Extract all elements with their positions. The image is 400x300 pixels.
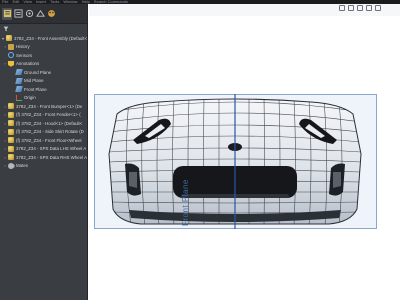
- tree-expander-icon[interactable]: ›: [3, 129, 7, 134]
- tree-expander-icon: [3, 53, 7, 57]
- tree-node[interactable]: › (f) 3782_Z34 - Hood<1> (Default<: [0, 119, 87, 128]
- tree-node[interactable]: › History: [0, 43, 87, 52]
- tree-node-label: Mates: [16, 163, 28, 169]
- tree-node-label: 3782_Z34 - SPS Data RHS Wheel A: [16, 154, 87, 160]
- display-manager-icon: [47, 10, 55, 17]
- tree-node-label: Origin: [24, 95, 36, 101]
- tree-node[interactable]: › 3782_Z34 - SPS Data LHS Wheel A: [0, 145, 87, 154]
- graphics-area[interactable]: Front Plane: [89, 4, 400, 300]
- part-icon: [8, 103, 14, 110]
- filter-icon: [3, 26, 9, 32]
- part-icon: [8, 145, 14, 152]
- tree-node[interactable]: Front Plane: [0, 85, 87, 94]
- part-icon: [8, 120, 14, 127]
- tree-expander-icon[interactable]: ›: [3, 61, 7, 66]
- front-plane-label[interactable]: Front Plane: [181, 179, 190, 226]
- feature-tree: ▾ 3782_Z34 - Front Assembly (Default< › His…: [0, 34, 87, 170]
- property-manager-icon: [13, 9, 23, 18]
- tree-node-label: (f) 3782_Z34 - Side Skirt Rotate (D: [16, 129, 84, 135]
- tree-node-label: Annotations: [16, 61, 40, 67]
- tree-node[interactable]: › 3782_Z34 - SPS Data RHS Wheel A: [0, 153, 87, 162]
- tree-node[interactable]: › (f) 3782_Z34 - Side Skirt Rotate (D: [0, 128, 87, 137]
- tree-node[interactable]: Sensors: [0, 51, 87, 60]
- tree-expander-icon[interactable]: ›: [3, 44, 7, 49]
- tree-node[interactable]: › (f) 3782_Z34 - Front Fender<1> (: [0, 111, 87, 120]
- tree-node-label: Ground Plane: [24, 69, 52, 75]
- mates-icon: [8, 162, 14, 169]
- feature-manager-icon: [3, 9, 11, 18]
- tree-expander-icon[interactable]: ›: [3, 112, 7, 117]
- tree-expander-icon[interactable]: ›: [3, 163, 7, 168]
- tree-node[interactable]: Ground Plane: [0, 68, 87, 77]
- cad-window: File Edit View Insert Tools Window Help Search …: [0, 0, 400, 300]
- tree-node[interactable]: ▾ 3782_Z34 - Front Assembly (Default<: [0, 34, 87, 43]
- tree-node-label: 3782_Z34 - SPS Data LHS Wheel A: [16, 146, 87, 152]
- plane-icon: [15, 86, 23, 93]
- tree-node-label: (f) 3782_Z34 - Front Floor<Wheel: [16, 137, 82, 143]
- tree-node[interactable]: › 3782_Z34 - Front Bumper<1> (De: [0, 102, 87, 111]
- tree-node-label: 3782_Z34 - Front Bumper<1> (De: [16, 103, 83, 109]
- part-icon: [8, 111, 14, 118]
- sensor-icon: [8, 52, 14, 59]
- display-manager-tab[interactable]: [46, 8, 56, 20]
- tree-node[interactable]: Origin: [0, 94, 87, 103]
- tree-expander-icon[interactable]: ›: [3, 104, 7, 109]
- tree-expander-icon[interactable]: ›: [3, 155, 7, 160]
- configuration-manager-tab[interactable]: [24, 8, 34, 20]
- right-vent-slat: [333, 172, 341, 188]
- tree-expander-icon[interactable]: ▾: [1, 36, 5, 41]
- tree-node[interactable]: › (f) 3782_Z34 - Front Floor<Wheel: [0, 136, 87, 145]
- tree-filter[interactable]: [0, 24, 87, 34]
- tree-node-label: (f) 3782_Z34 - Front Fender<1> (: [16, 112, 81, 118]
- tree-expander-icon: [11, 96, 15, 100]
- part-icon: [8, 128, 14, 135]
- folder-icon: [8, 43, 14, 50]
- tree-node[interactable]: Mid Plane: [0, 77, 87, 86]
- part-icon: [8, 137, 14, 144]
- assembly-icon: [6, 35, 12, 42]
- dimxpert-icon: [35, 9, 45, 17]
- left-vent-slat: [129, 172, 137, 188]
- tree-node-label: Sensors: [16, 52, 33, 58]
- annot-icon: [8, 60, 14, 67]
- origin-icon: [16, 94, 22, 101]
- tree-expander-icon[interactable]: ›: [3, 138, 7, 143]
- tree-node[interactable]: › Mates: [0, 162, 87, 171]
- configuration-manager-icon: [25, 9, 33, 18]
- tree-node-label: History: [16, 44, 30, 50]
- tree-node[interactable]: › Annotations: [0, 60, 87, 69]
- property-manager-tab[interactable]: [13, 8, 23, 20]
- car-front-model[interactable]: [89, 4, 400, 300]
- tree-node-label: (f) 3782_Z34 - Hood<1> (Default<: [16, 120, 83, 126]
- tree-node-label: Mid Plane: [24, 78, 44, 84]
- tree-expander-icon[interactable]: ›: [3, 146, 7, 151]
- tree-node-label: Front Plane: [24, 86, 47, 92]
- panel-tabs: [0, 4, 87, 24]
- dimxpert-tab[interactable]: [35, 8, 45, 20]
- feature-manager-panel: ▾ 3782_Z34 - Front Assembly (Default< › His…: [0, 4, 88, 300]
- plane-icon: [15, 77, 23, 84]
- tree-node-label: 3782_Z34 - Front Assembly (Default<: [14, 35, 87, 41]
- tree-expander-icon[interactable]: ›: [3, 121, 7, 126]
- plane-icon: [15, 69, 23, 76]
- feature-manager-tab[interactable]: [2, 7, 12, 20]
- part-icon: [8, 154, 14, 161]
- tree-expander-icon: [11, 79, 15, 83]
